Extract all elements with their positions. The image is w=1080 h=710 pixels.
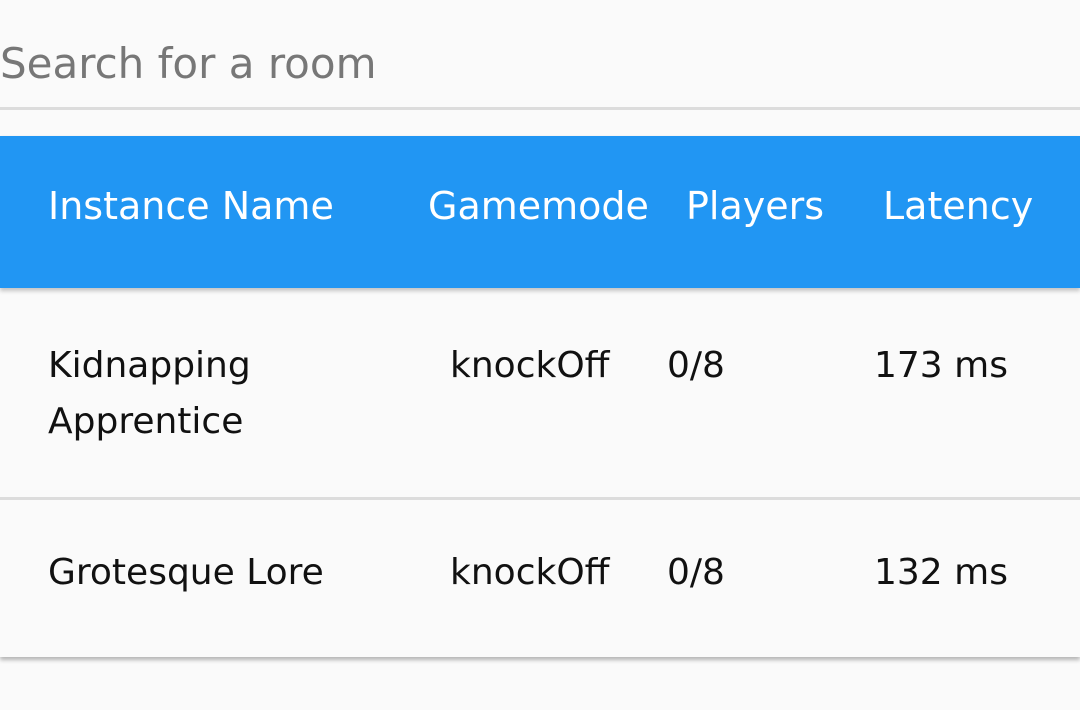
- column-header-players[interactable]: Players: [686, 184, 824, 228]
- cell-latency: 132 ms: [874, 552, 1008, 593]
- cell-gamemode: knockOff: [450, 345, 610, 386]
- column-header-instance-name[interactable]: Instance Name: [48, 184, 334, 228]
- table-row[interactable]: Kidnapping Apprentice knockOff 0/8 173 m…: [0, 288, 1080, 500]
- search-input[interactable]: [0, 28, 1060, 98]
- cell-players: 0/8: [667, 345, 725, 386]
- cell-gamemode: knockOff: [450, 552, 610, 593]
- column-header-latency[interactable]: Latency: [883, 184, 1033, 228]
- table-row[interactable]: Grotesque Lore knockOff 0/8 132 ms: [0, 500, 1080, 657]
- table-header: Instance Name Gamemode Players Latency: [0, 136, 1080, 288]
- room-table: Instance Name Gamemode Players Latency K…: [0, 136, 1080, 657]
- cell-latency: 173 ms: [874, 345, 1008, 386]
- search-bar: [0, 0, 1080, 110]
- room-browser: Instance Name Gamemode Players Latency K…: [0, 0, 1080, 710]
- cell-instance-name: Kidnapping Apprentice: [48, 345, 251, 442]
- column-header-gamemode[interactable]: Gamemode: [428, 184, 649, 228]
- cell-instance-name: Grotesque Lore: [48, 552, 324, 593]
- cell-players: 0/8: [667, 552, 725, 593]
